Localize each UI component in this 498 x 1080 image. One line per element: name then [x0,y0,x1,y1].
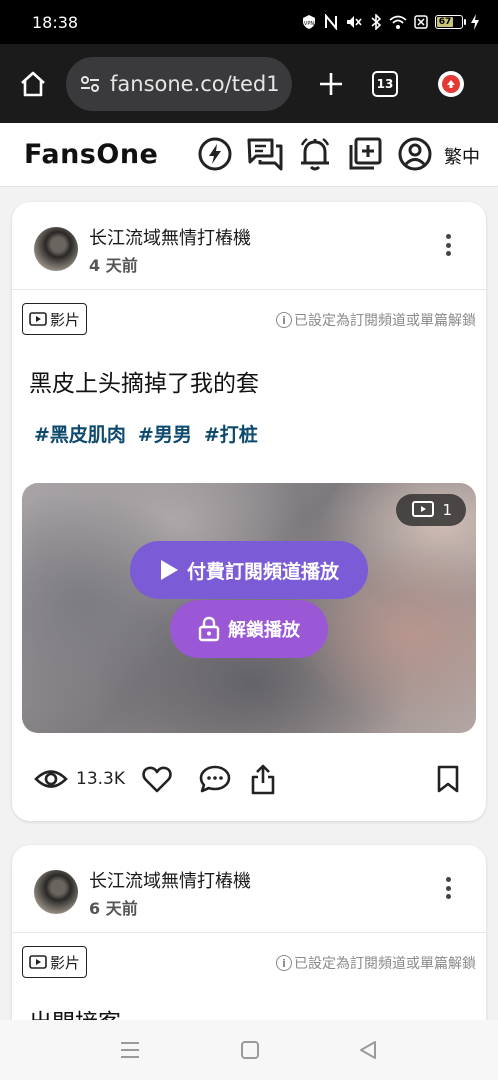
post-time: 4 天前 [89,256,138,275]
post-type-label: 影片 [50,953,81,972]
unlock-play-label: 解鎖播放 [228,620,300,641]
post-type-label: 影片 [50,310,81,329]
chat-icon[interactable] [246,135,284,173]
post-meta: 影片 i 已設定為訂閱頻道或單篇解鎖 [12,290,486,352]
header-icons [196,135,446,173]
avatar[interactable] [34,227,78,271]
plus-icon [320,72,342,95]
battery-icon: 67 [435,15,466,29]
info-icon: i [276,312,292,328]
avatar[interactable] [34,870,78,914]
site-logo[interactable]: FansOne [24,139,158,170]
back-triangle-icon [360,1041,376,1059]
sim-off-icon [414,14,428,30]
access-note: i 已設定為訂閱頻道或單篇解鎖 [276,953,476,973]
post-time: 6 天前 [89,899,138,918]
browser-menu-button[interactable] [438,70,464,97]
like-button[interactable] [142,764,172,794]
more-options-button[interactable] [438,230,458,260]
more-dot [445,885,451,891]
post-type-badge: 影片 [22,303,88,335]
bluetooth-icon [370,14,382,30]
tag[interactable]: #打桩 [204,420,258,447]
video-icon [29,955,47,969]
author-name[interactable]: 长江流域無情打樁機 [89,867,251,893]
profile-icon[interactable] [396,135,434,173]
system-navigation-bar [0,1020,498,1080]
mute-icon [345,14,363,30]
browser-toolbar: fansone.co/ted19 13 [0,44,498,123]
access-note: i 已設定為訂閱頻道或單篇解鎖 [276,310,476,330]
more-dots-icon [445,234,451,239]
svg-text:VPN: VPN [304,21,314,27]
tag-list: #黑皮肌肉 #男男 #打桩 [34,420,258,447]
bell-icon[interactable] [296,135,334,173]
more-dot [445,242,451,248]
app-header: FansOne 繁中 [0,123,498,187]
view-count: 13.3K [76,769,125,789]
url-text[interactable]: fansone.co/ted19 [110,72,280,96]
recent-apps-button[interactable] [118,1038,142,1066]
post-type-badge: 影片 [22,946,88,978]
author-name[interactable]: 长江流域無情打樁機 [89,224,251,250]
square-icon [241,1041,259,1059]
views: 13.3K [34,764,125,794]
add-post-icon[interactable] [346,135,384,173]
more-dot [445,894,451,899]
update-arrow-icon [442,74,460,93]
tag[interactable]: #男男 [138,420,192,447]
share-icon [251,764,275,795]
slideshow-icon [412,501,435,517]
status-bar: 18:38 VPN 67 [0,0,498,44]
lock-icon [198,616,220,642]
bookmark-button[interactable] [436,764,460,794]
post-card: 长江流域無情打樁機 6 天前 影片 i 已設定為訂閱頻道或單篇解鎖 出門接客 [12,845,486,1045]
lightning-icon[interactable] [196,135,234,173]
comment-button[interactable] [198,764,232,794]
video-icon [29,312,47,326]
post-actions: 13.3K [12,756,486,800]
subscribe-play-button[interactable]: 付費訂閱頻道播放 [130,541,368,599]
media-count: 1 [442,501,452,519]
tag[interactable]: #黑皮肌肉 [34,420,126,447]
play-icon [160,560,178,580]
locked-media-preview[interactable]: 1 付費訂閱頻道播放 解鎖播放 [22,483,476,733]
post-meta: 影片 i 已設定為訂閱頻道或單篇解鎖 [12,933,486,995]
home-icon [21,71,45,96]
post-header: 长江流域無情打樁機 4 天前 [12,202,486,290]
charging-icon [470,14,480,30]
system-back-button[interactable] [356,1038,380,1066]
battery-level: 67 [437,17,454,27]
language-switcher[interactable]: 繁中 [444,143,480,169]
eye-icon [34,770,68,788]
system-home-button[interactable] [238,1038,262,1066]
more-dot [445,251,451,256]
more-dots-icon [445,877,451,882]
new-tab-button[interactable] [316,69,346,99]
post-card: 长江流域無情打樁機 4 天前 影片 i 已設定為訂閱頻道或單篇解鎖 黑皮上头摘掉… [12,202,486,821]
more-options-button[interactable] [438,873,458,903]
post-header: 长江流域無情打樁機 6 天前 [12,845,486,933]
vpn-icon: VPN [301,14,317,30]
unlock-play-button[interactable]: 解鎖播放 [170,600,328,658]
media-count-badge: 1 [396,494,466,526]
access-note-text: 已設定為訂閱頻道或單篇解鎖 [294,956,476,972]
nfc-icon [324,14,338,30]
comment-icon [199,765,231,793]
share-button[interactable] [250,764,276,795]
access-note-text: 已設定為訂閱頻道或單篇解鎖 [294,313,476,329]
status-icons: VPN 67 [301,14,480,30]
site-settings-icon[interactable] [78,72,102,96]
bookmark-icon [437,765,459,793]
tab-switcher-button[interactable]: 13 [372,70,398,97]
heart-icon [142,766,172,793]
wifi-icon [389,14,407,30]
menu-icon [121,1042,139,1058]
post-title[interactable]: 黑皮上头摘掉了我的套 [29,364,259,398]
subscribe-play-label: 付費訂閱頻道播放 [186,560,339,583]
address-bar[interactable]: fansone.co/ted19 [66,56,292,111]
home-button[interactable] [16,67,50,101]
info-icon: i [276,955,292,971]
status-time: 18:38 [32,12,79,32]
